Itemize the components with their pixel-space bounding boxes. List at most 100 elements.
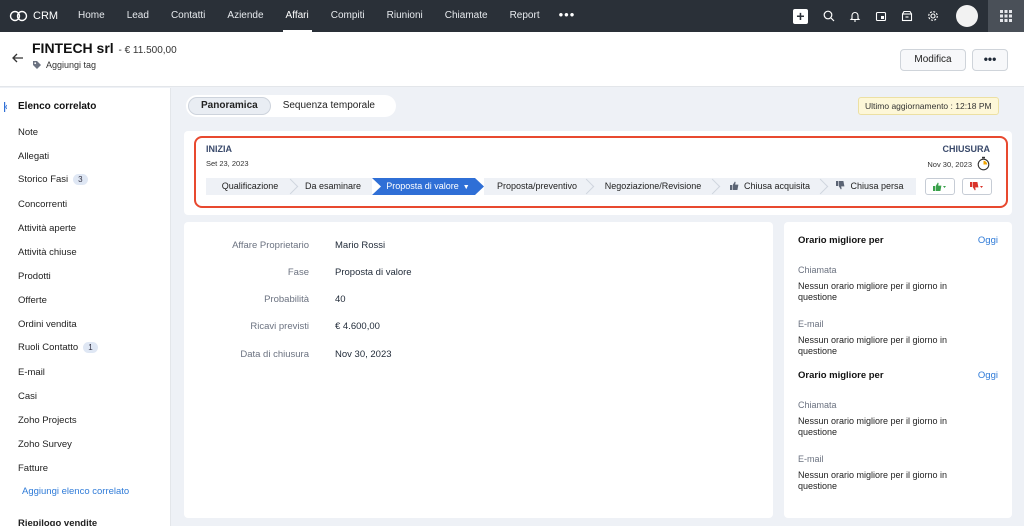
record-amount: - € 11.500,00 <box>118 45 177 56</box>
add-tag-link[interactable]: Aggiungi tag <box>32 60 96 70</box>
apps-grid-icon[interactable] <box>988 0 1024 32</box>
sidebar-item-prodotti[interactable]: Prodotti <box>18 271 51 282</box>
marketplace-icon[interactable] <box>898 7 916 25</box>
call-message: Nessun orario migliore per il giorno in … <box>798 416 948 437</box>
stage-pipeline: Qualificazione Da esaminare Proposta di … <box>206 178 916 195</box>
best-time-title: Orario migliore per <box>798 235 884 246</box>
record-name: FINTECH srl <box>32 40 114 56</box>
thumbs-down-icon <box>836 181 845 190</box>
detail-label: Probabilità <box>264 294 309 305</box>
add-tag-label: Aggiungi tag <box>46 60 97 70</box>
email-message: Nessun orario migliore per il giorno in … <box>798 470 948 491</box>
thumbs-up-icon <box>729 181 739 190</box>
call-label: Chiamata <box>798 265 837 275</box>
detail-value[interactable]: 40 <box>335 294 346 305</box>
avatar[interactable] <box>956 5 978 27</box>
bell-icon[interactable] <box>846 7 864 25</box>
stage-step-negoziazione-revisione[interactable]: Negoziazione/Revisione <box>590 178 716 195</box>
email-label: E-mail <box>798 319 824 329</box>
sidebar-item-note[interactable]: Note <box>18 127 38 138</box>
mark-won-button[interactable] <box>925 178 955 195</box>
add-related-list-link[interactable]: Aggiungi elenco correlato <box>22 486 129 497</box>
nav-item-chiamate[interactable]: Chiamate <box>434 0 499 32</box>
detail-value[interactable]: Proposta di valore <box>335 267 412 278</box>
today-link[interactable]: Oggi <box>978 370 998 381</box>
sales-summary-heading: Riepilogo vendite <box>18 518 98 526</box>
call-label: Chiamata <box>798 400 837 410</box>
related-list-sidebar: Elenco correlato Note Allegati Storico F… <box>0 88 171 526</box>
detail-label: Ricavi previsti <box>250 321 309 332</box>
back-arrow-icon[interactable] <box>12 50 24 66</box>
sidebar-item-zoho-projects[interactable]: Zoho Projects <box>18 415 77 426</box>
brand-name: CRM <box>33 10 59 22</box>
calendar-icon[interactable] <box>872 7 890 25</box>
email-label: E-mail <box>798 454 824 464</box>
today-link[interactable]: Oggi <box>978 235 998 246</box>
sidebar-item-email[interactable]: E-mail <box>18 367 45 378</box>
record-header: FINTECH srl - € 11.500,00 Aggiungi tag M… <box>0 32 1024 87</box>
stage-step-da-esaminare[interactable]: Da esaminare <box>294 178 372 195</box>
top-navigation-bar: CRM Home Lead Contatti Aziende Affari Co… <box>0 0 1024 32</box>
nav-item-compiti[interactable]: Compiti <box>320 0 376 32</box>
closing-date: Nov 30, 2023 <box>927 160 972 169</box>
stage-step-chiusa-acquisita[interactable]: Chiusa acquisita <box>716 178 824 195</box>
nav-item-aziende[interactable]: Aziende <box>216 0 274 32</box>
detail-value[interactable]: € 4.600,00 <box>335 321 380 332</box>
stopwatch-icon <box>977 156 990 171</box>
sidebar-item-attivita-aperte[interactable]: Attività aperte <box>18 223 76 234</box>
nav-item-affari[interactable]: Affari <box>275 0 320 32</box>
call-message: Nessun orario migliore per il giorno in … <box>798 281 948 302</box>
view-tabs: Panoramica Sequenza temporale <box>186 95 396 117</box>
more-actions-button[interactable]: ••• <box>972 49 1008 71</box>
best-time-card: Orario migliore per Oggi Chiamata Nessun… <box>784 222 1012 518</box>
sidebar-item-offerte[interactable]: Offerte <box>18 295 47 306</box>
thumbs-up-won-icon <box>933 182 946 191</box>
nav-item-riunioni[interactable]: Riunioni <box>376 0 434 32</box>
detail-value[interactable]: Mario Rossi <box>335 240 385 251</box>
stage-step-proposta-di-valore[interactable]: Proposta di valore ▼ <box>372 178 484 195</box>
crm-logo[interactable]: CRM <box>9 10 67 22</box>
stage-step-qualificazione[interactable]: Qualificazione <box>206 178 294 195</box>
detail-label: Affare Proprietario <box>232 240 309 251</box>
crm-logo-icon <box>9 10 28 22</box>
deal-details-card: Affare Proprietario Mario Rossi Fase Pro… <box>184 222 773 518</box>
sidebar-item-concorrenti[interactable]: Concorrenti <box>18 199 67 210</box>
quick-create-plus-icon[interactable]: + <box>793 8 808 24</box>
stage-step-proposta-preventivo[interactable]: Proposta/preventivo <box>484 178 590 195</box>
thumbs-down-lost-icon <box>970 182 983 191</box>
detail-label: Fase <box>287 267 309 278</box>
nav-item-contatti[interactable]: Contatti <box>160 0 216 32</box>
tab-panoramica[interactable]: Panoramica <box>188 97 271 115</box>
sidebar-item-ruoli-contatto[interactable]: Ruoli Contatto 1 <box>18 342 98 353</box>
gear-icon[interactable] <box>924 7 942 25</box>
email-message: Nessun orario migliore per il giorno in … <box>798 335 948 356</box>
collapse-sidebar-icon[interactable] <box>4 102 7 112</box>
sidebar-item-storico-fasi[interactable]: Storico Fasi 3 <box>18 174 88 185</box>
edit-button[interactable]: Modifica <box>900 49 966 71</box>
sidebar-item-zoho-survey[interactable]: Zoho Survey <box>18 439 72 450</box>
related-list-title: Elenco correlato <box>18 101 97 112</box>
nav-more-button[interactable]: ••• <box>551 0 584 32</box>
detail-label: Data di chiusura <box>240 349 309 360</box>
tag-icon <box>33 61 41 69</box>
sidebar-item-attivita-chiuse[interactable]: Attività chiuse <box>18 247 77 258</box>
sidebar-item-casi[interactable]: Casi <box>18 391 37 402</box>
nav-item-lead[interactable]: Lead <box>116 0 160 32</box>
stage-highlight-frame: INIZIA Set 23, 2023 CHIUSURA Nov 30, 202… <box>194 136 1008 208</box>
mark-lost-button[interactable] <box>962 178 992 195</box>
sidebar-item-ordini-vendita[interactable]: Ordini vendita <box>18 319 77 330</box>
start-date: Set 23, 2023 <box>206 159 249 168</box>
search-icon[interactable] <box>820 7 838 25</box>
start-label: INIZIA <box>206 144 232 154</box>
nav-item-report[interactable]: Report <box>499 0 551 32</box>
tab-sequenza-temporale[interactable]: Sequenza temporale <box>271 97 387 115</box>
last-update-badge: Ultimo aggiornamento : 12:18 PM <box>858 97 999 115</box>
sidebar-item-fatture[interactable]: Fatture <box>18 463 48 474</box>
detail-value[interactable]: Nov 30, 2023 <box>335 349 392 360</box>
sidebar-item-allegati[interactable]: Allegati <box>18 151 49 162</box>
stage-step-chiusa-persa[interactable]: Chiusa persa <box>824 178 916 195</box>
count-badge: 3 <box>73 174 88 185</box>
nav-item-home[interactable]: Home <box>67 0 116 32</box>
stage-card: INIZIA Set 23, 2023 CHIUSURA Nov 30, 202… <box>184 131 1012 215</box>
best-time-title: Orario migliore per <box>798 370 884 381</box>
